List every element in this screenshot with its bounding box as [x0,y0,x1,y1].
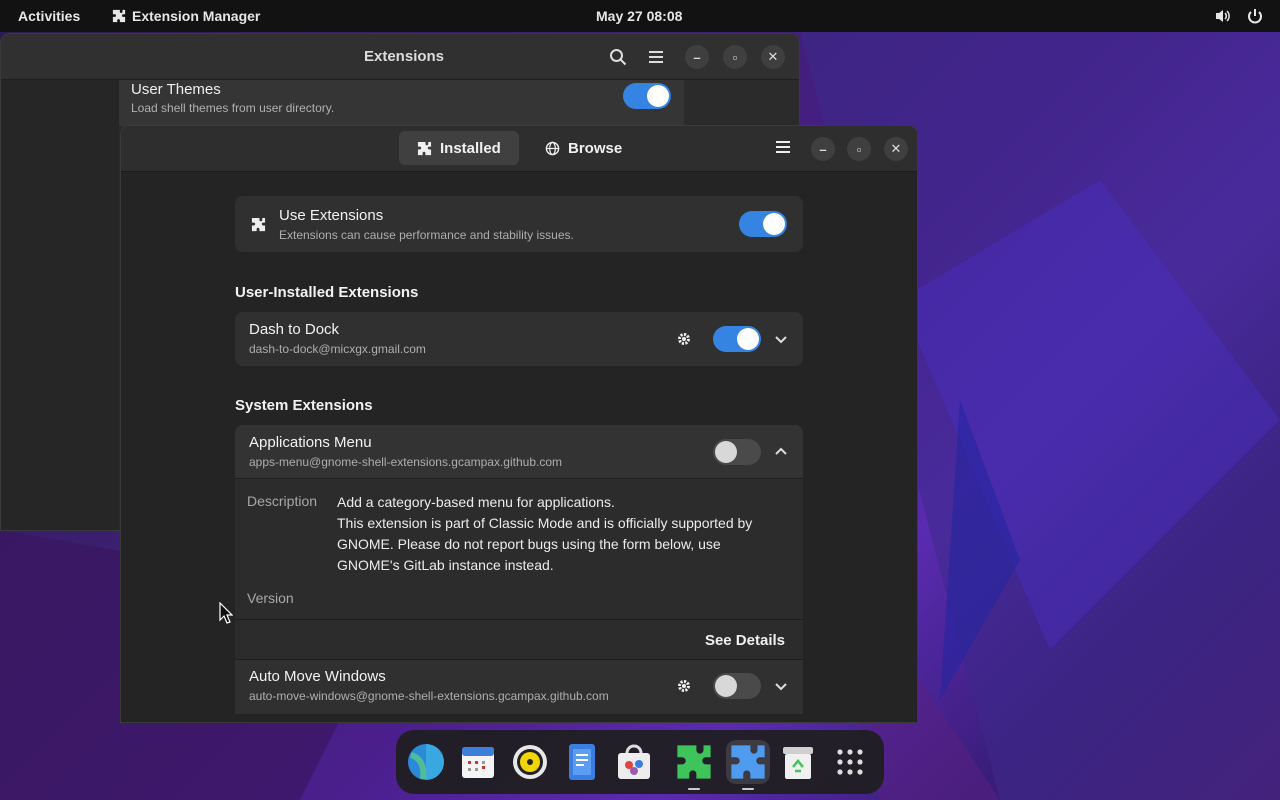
hamburger-menu-icon[interactable] [773,137,793,157]
globe-icon [545,141,560,155]
mouse-cursor-icon [219,602,233,624]
minimize-button[interactable]: – [685,45,709,69]
search-icon[interactable] [609,48,627,66]
description-line: Add a category-based menu for applicatio… [337,494,615,510]
app-grid-icon[interactable] [828,740,872,784]
chevron-up-icon[interactable] [771,442,791,462]
extension-manager-icon[interactable] [726,740,770,790]
top-bar: Activities Extension Manager May 27 08:0… [0,0,1280,32]
use-extensions-card[interactable]: Use Extensions Extensions can cause perf… [235,196,803,252]
dash-to-dock-toggle[interactable] [713,326,761,352]
description-text: Add a category-based menu for applicatio… [337,492,787,576]
applications-menu-toggle[interactable] [713,439,761,465]
installed-page: Use Extensions Extensions can cause perf… [121,172,917,722]
extension-row-dash-to-dock[interactable]: Dash to Dock dash-to-dock@micxgx.gmail.c… [235,312,803,366]
trash-icon[interactable] [776,740,820,784]
close-button[interactable]: ✕ [761,45,785,69]
system-menu[interactable] [1214,7,1264,25]
divider [235,619,803,620]
clock[interactable]: May 27 08:08 [596,8,682,24]
extension-row-auto-move-windows[interactable]: Auto Move Windows auto-move-windows@gnom… [235,660,803,714]
headerbar: Installed Browse – ▫ ✕ [121,126,917,172]
puzzle-icon [251,217,266,232]
window-title: Extensions [364,48,445,65]
text-editor-icon[interactable] [560,740,604,784]
see-details-button[interactable]: See Details [705,632,785,649]
extension-title: Applications Menu [249,434,372,451]
use-extensions-toggle[interactable] [739,211,787,237]
extension-title: Dash to Dock [249,321,340,338]
row-title: User Themes [131,81,221,98]
minimize-button[interactable]: – [811,137,835,161]
maximize-button[interactable]: ▫ [847,137,871,161]
software-store-icon[interactable] [612,740,656,784]
description-line: GNOME. Please do not report bugs using t… [337,536,721,552]
activities-button[interactable]: Activities [18,8,80,24]
tab-installed[interactable]: Installed [399,131,519,165]
extensions-icon[interactable] [672,740,716,790]
user-installed-section-title: User-Installed Extensions [235,284,419,301]
calendar-icon[interactable] [456,740,500,784]
extensions-headerbar: Extensions – ▫ ✕ [1,34,799,80]
user-themes-row[interactable]: User Themes Load shell themes from user … [119,80,684,126]
description-line: This extension is part of Classic Mode a… [337,515,753,531]
web-browser-icon[interactable] [404,740,448,784]
puzzle-icon [112,9,126,23]
dock [396,730,884,794]
app-menu-label: Extension Manager [132,8,261,24]
hamburger-menu-icon[interactable] [647,48,665,66]
system-section-title: System Extensions [235,397,373,414]
settings-gear-icon[interactable] [674,329,694,349]
description-label: Description [247,493,318,509]
description-line: GNOME's GitLab instance instead. [337,557,554,573]
extension-title: Auto Move Windows [249,668,386,685]
use-extensions-subtitle: Extensions can cause performance and sta… [279,228,574,242]
extension-uuid: auto-move-windows@gnome-shell-extensions… [249,689,609,703]
version-label: Version [247,590,294,606]
chevron-down-icon[interactable] [771,676,791,696]
volume-icon [1216,10,1230,22]
extension-row-applications-menu[interactable]: Applications Menu apps-menu@gnome-shell-… [235,425,803,714]
extension-manager-window[interactable]: Installed Browse – ▫ ✕ Use Extensions Ex… [120,125,918,723]
back-sidebar [1,80,119,530]
close-button[interactable]: ✕ [884,137,908,161]
power-icon [1248,9,1262,24]
settings-gear-icon[interactable] [674,676,694,696]
chevron-down-icon[interactable] [771,329,791,349]
app-menu[interactable]: Extension Manager [112,8,260,24]
tab-label: Installed [440,139,501,157]
extension-uuid: dash-to-dock@micxgx.gmail.com [249,342,426,356]
puzzle-icon [417,141,432,155]
tab-label: Browse [568,139,623,157]
row-subtitle: Load shell themes from user directory. [131,101,335,115]
rhythmbox-icon[interactable] [508,740,552,784]
use-extensions-title: Use Extensions [279,207,384,224]
auto-move-windows-toggle[interactable] [713,673,761,699]
maximize-button[interactable]: ▫ [723,45,747,69]
user-themes-toggle[interactable] [623,83,671,109]
tab-browse[interactable]: Browse [527,131,640,165]
extension-uuid: apps-menu@gnome-shell-extensions.gcampax… [249,455,563,469]
